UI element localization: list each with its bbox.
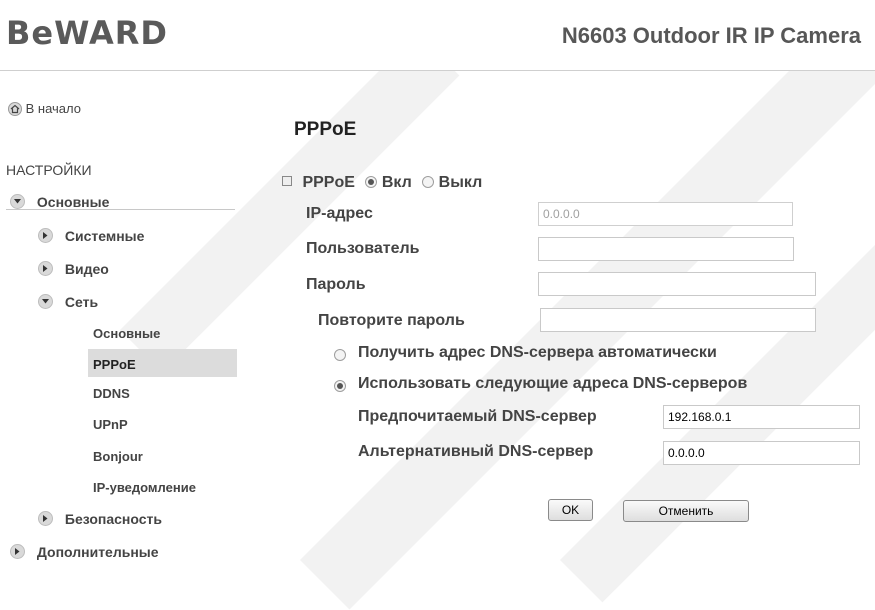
sidebar-item-network-basic[interactable]: Основные bbox=[93, 326, 160, 341]
chevron-right-icon bbox=[38, 511, 53, 526]
password-label: Пароль bbox=[306, 276, 366, 293]
beward-logo: BeWARD bbox=[6, 14, 168, 52]
pppoe-label: PPPoE bbox=[302, 174, 355, 191]
home-icon bbox=[8, 101, 26, 116]
dns-manual-radio[interactable] bbox=[334, 380, 346, 392]
username-field[interactable] bbox=[538, 237, 794, 261]
sidebar-item-label: Основные bbox=[36, 194, 110, 210]
alternate-dns-field[interactable]: 0.0.0.0 bbox=[663, 441, 860, 465]
sidebar-item-upnp[interactable]: UPnP bbox=[93, 417, 128, 432]
sidebar-item-basic[interactable]: Основные bbox=[10, 194, 109, 210]
sidebar-item-ddns[interactable]: DDNS bbox=[93, 386, 130, 401]
sidebar: В начало НАСТРОЙКИ Основные Системные Ви… bbox=[0, 70, 237, 568]
preferred-dns-label: Предпочитаемый DNS-сервер bbox=[358, 408, 597, 425]
dns-auto-radio[interactable] bbox=[334, 349, 346, 361]
chevron-down-icon bbox=[10, 194, 25, 209]
ip-address-field[interactable]: 0.0.0.0 bbox=[538, 202, 793, 226]
dns-manual-label: Использовать следующие адреса DNS-сервер… bbox=[358, 375, 748, 392]
pppoe-off-label: Выкл bbox=[438, 174, 483, 191]
repeat-password-field[interactable] bbox=[540, 308, 816, 332]
sidebar-item-bonjour[interactable]: Bonjour bbox=[93, 449, 143, 464]
password-field[interactable] bbox=[538, 272, 816, 296]
sidebar-item-video[interactable]: Видео bbox=[38, 261, 109, 277]
square-bullet-icon bbox=[282, 176, 292, 186]
main-content: PPPoE PPPoE Вкл Выкл IP-адрес 0.0.0.0 По… bbox=[237, 70, 875, 568]
chevron-right-icon bbox=[38, 228, 53, 243]
pppoe-toggle-row: PPPoE Вкл Выкл bbox=[282, 174, 482, 192]
sidebar-item-label: Сеть bbox=[64, 294, 99, 310]
repeat-password-label: Повторите пароль bbox=[318, 312, 465, 329]
ok-button[interactable]: OK bbox=[548, 499, 593, 521]
sidebar-item-label: Системные bbox=[64, 228, 145, 244]
pppoe-off-radio[interactable] bbox=[422, 176, 435, 188]
page-title: PPPoE bbox=[294, 119, 357, 140]
pppoe-on-radio[interactable] bbox=[365, 176, 378, 188]
sidebar-item-ip-notification[interactable]: IP-уведомление bbox=[93, 480, 196, 495]
sidebar-item-label: Видео bbox=[64, 261, 109, 277]
chevron-down-icon bbox=[38, 294, 53, 309]
alternate-dns-label: Альтернативный DNS-сервер bbox=[358, 443, 594, 460]
preferred-dns-field[interactable]: 192.168.0.1 bbox=[663, 405, 860, 429]
sidebar-item-label: Безопасность bbox=[64, 511, 163, 527]
chevron-right-icon bbox=[10, 544, 25, 559]
chevron-right-icon bbox=[38, 261, 53, 276]
sidebar-item-label: Дополнительные bbox=[36, 544, 159, 560]
camera-title: N6603 Outdoor IR IP Camera bbox=[561, 23, 861, 48]
pppoe-on-label: Вкл bbox=[381, 174, 412, 191]
header: BeWARD N6603 Outdoor IR IP Camera bbox=[0, 0, 875, 71]
home-label: В начало bbox=[25, 101, 81, 116]
ip-address-label: IP-адрес bbox=[306, 205, 373, 222]
sidebar-item-network[interactable]: Сеть bbox=[38, 294, 98, 310]
home-link[interactable]: В начало bbox=[8, 101, 81, 116]
sidebar-item-system[interactable]: Системные bbox=[38, 228, 144, 244]
settings-heading: НАСТРОЙКИ bbox=[6, 162, 92, 178]
dns-auto-label: Получить адрес DNS-сервера автоматически bbox=[358, 344, 717, 361]
username-label: Пользователь bbox=[306, 240, 420, 257]
cancel-button[interactable]: Отменить bbox=[623, 500, 749, 522]
sidebar-item-pppoe[interactable]: PPPoE bbox=[93, 357, 136, 372]
sidebar-item-security[interactable]: Безопасность bbox=[38, 511, 162, 527]
sidebar-item-advanced[interactable]: Дополнительные bbox=[10, 544, 159, 560]
